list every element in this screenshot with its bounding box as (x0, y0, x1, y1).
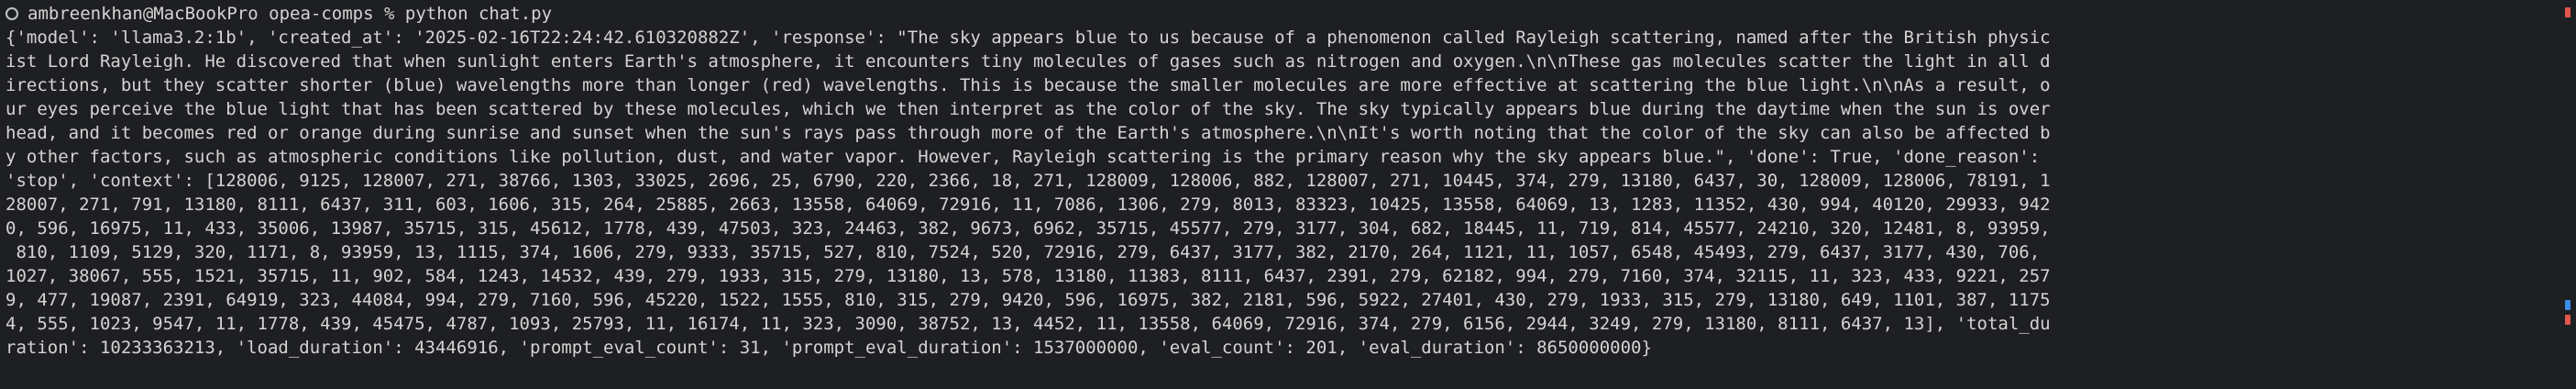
error-marker-icon[interactable] (2565, 7, 2570, 17)
output-line: ist Lord Rayleigh. He discovered that wh… (6, 51, 2051, 72)
command-text: python chat.py (404, 4, 553, 24)
mark-icon[interactable] (2565, 300, 2570, 310)
error-marker-icon[interactable] (2565, 315, 2570, 325)
output-line: 28007, 271, 791, 13180, 8111, 6437, 311,… (6, 194, 2051, 215)
output-line: ur eyes perceive the blue light that has… (6, 99, 2051, 119)
scrollbar-gutter[interactable] (2559, 0, 2576, 389)
output-line: 1027, 38067, 555, 1521, 35715, 11, 902, … (6, 266, 2051, 286)
output-line: 'stop', 'context': [128006, 9125, 128007… (6, 171, 2051, 191)
output-line: y other factors, such as atmospheric con… (6, 147, 2041, 167)
prompt-line: ambreenkhan@MacBookPro opea-comps % pyth… (6, 2, 2534, 26)
prompt-user-host: ambreenkhan@MacBookPro (28, 4, 259, 24)
prompt-directory: opea-comps (269, 4, 374, 24)
output-line: head, and it becomes red or orange durin… (6, 123, 2051, 143)
output-line: irections, but they scatter shorter (blu… (6, 75, 2051, 95)
output-line: 0, 596, 16975, 11, 433, 35006, 13987, 35… (6, 218, 2051, 239)
output-line: 9, 477, 19087, 2391, 64919, 323, 44084, … (6, 290, 2051, 310)
prompt-status-icon (6, 7, 18, 20)
output-line: {'model': 'llama3.2:1b', 'created_at': '… (6, 28, 2051, 48)
output-line: 810, 1109, 5129, 320, 1171, 8, 93959, 13… (6, 242, 2041, 262)
terminal-window[interactable]: ambreenkhan@MacBookPro opea-comps % pyth… (0, 0, 2576, 389)
output-line: 4, 555, 1023, 9547, 11, 1778, 439, 45475… (6, 314, 2051, 334)
prompt-symbol: % (383, 4, 395, 24)
output-line: ration': 10233363213, 'load_duration': 4… (6, 338, 1652, 358)
